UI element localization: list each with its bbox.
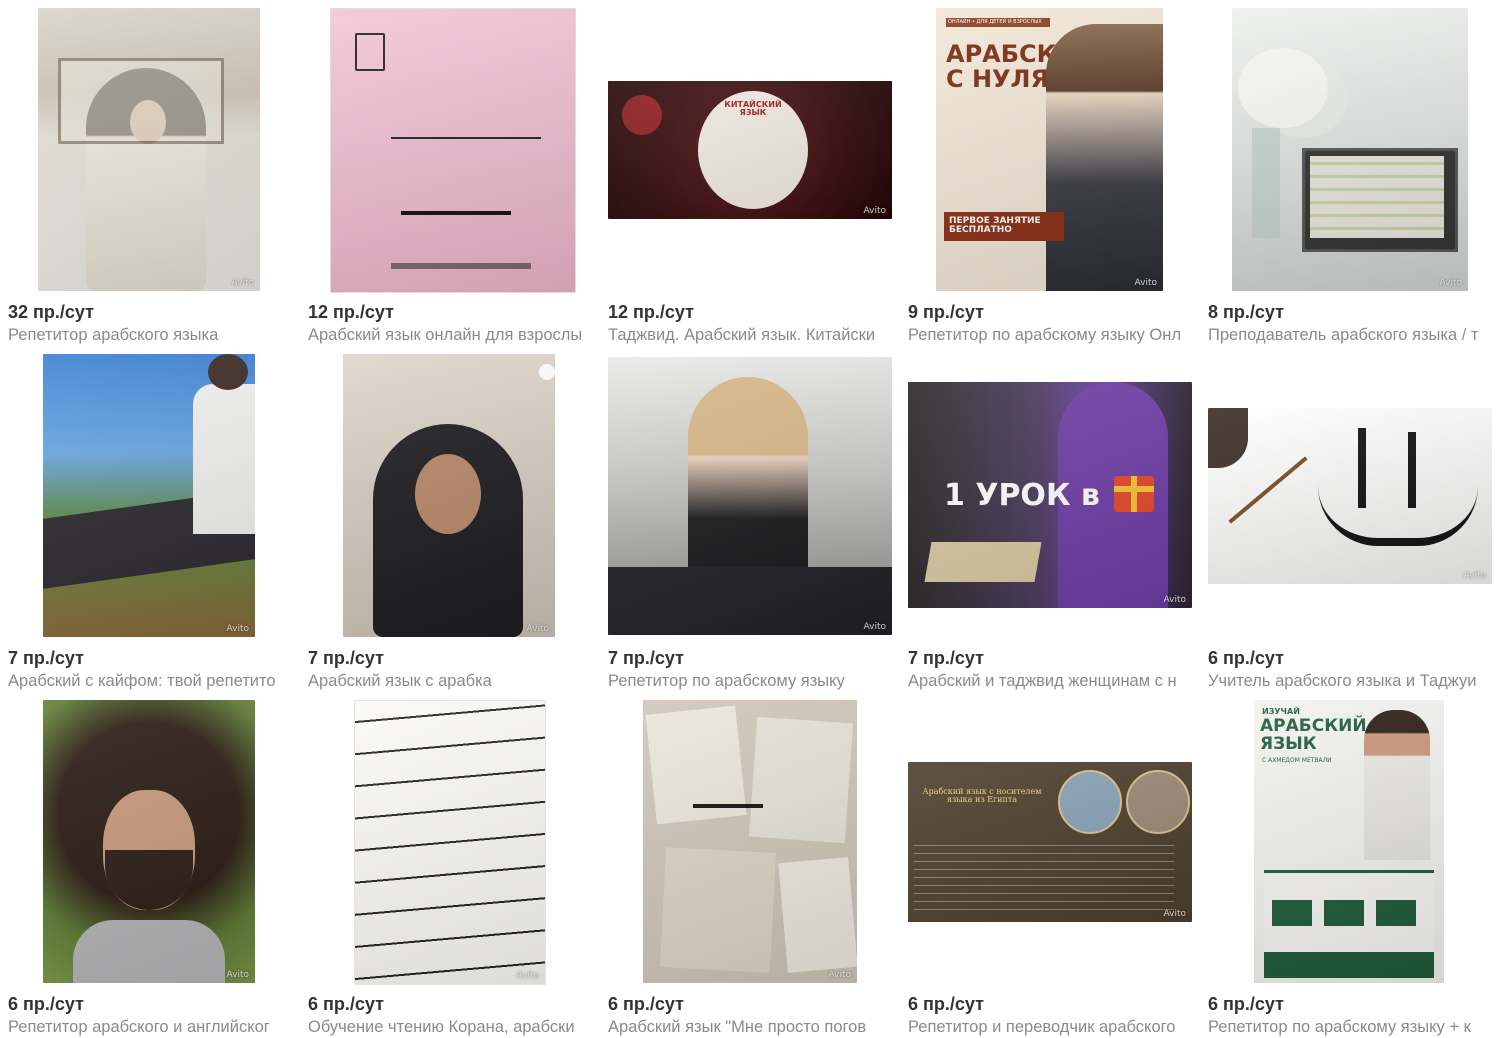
listing-image-area[interactable]: Avito <box>1208 354 1496 640</box>
listing-card[interactable]: Avito 6 пр./сут Репетитор арабского и ан… <box>8 700 296 1036</box>
listing-title[interactable]: Репетитор по арабскому языку Онл <box>908 326 1194 345</box>
listing-card[interactable]: Avito 6 пр./сут Учитель арабского языка … <box>1208 354 1496 690</box>
listing-card[interactable]: Avito 6 пр./сут Арабский язык "Мне прост… <box>608 700 896 1036</box>
listing-image-area[interactable]: Avito <box>8 354 296 640</box>
listing-title[interactable]: Обучение чтению Корана, арабски <box>308 1018 594 1037</box>
listing-photo[interactable]: Avito <box>38 8 260 291</box>
listing-price: 12 пр./сут <box>308 302 394 322</box>
listing-card[interactable]: ИЗУЧАЙ АРАБСКИЙ ЯЗЫК С АХМЕДОМ МЕТВАЛИ 6… <box>1208 700 1496 1036</box>
listing-card[interactable]: 1 УРОК в Avito 7 пр./сут Арабский и тадж… <box>908 354 1196 690</box>
avito-watermark: Avito <box>828 970 852 980</box>
avito-watermark: Avito <box>1439 278 1463 288</box>
listing-photo[interactable]: Avito <box>43 354 255 637</box>
listing-title[interactable]: Арабский язык с арабка <box>308 672 594 691</box>
listing-title[interactable]: Арабский и таджвид женщинам с н <box>908 672 1194 691</box>
avito-watermark: Avito <box>863 206 887 216</box>
listing-image-area[interactable]: Avito <box>1208 8 1496 294</box>
listing-photo[interactable]: Avito <box>1232 8 1468 291</box>
listing-price: 7 пр./сут <box>608 648 684 668</box>
listing-title[interactable]: Арабский язык "Мне просто погов <box>608 1018 894 1037</box>
listing-card[interactable]: ОНЛАЙН • ДЛЯ ДЕТЕЙ И ВЗРОСЛЫХ АРАБСКИЙ С… <box>908 8 1196 344</box>
listing-photo[interactable]: КИТАЙСКИЙ ЯЗЫК Avito <box>608 81 892 219</box>
banner-heading: Арабский язык с носителем языка из Египт… <box>922 787 1042 805</box>
listing-photo[interactable]: ИЗУЧАЙ АРАБСКИЙ ЯЗЫК С АХМЕДОМ МЕТВАЛИ <box>1254 700 1444 983</box>
listing-title[interactable]: Преподаватель арабского языка / т <box>1208 326 1494 345</box>
listing-title[interactable]: Репетитор арабского языка <box>8 326 294 345</box>
listing-card[interactable]: Avito 7 пр./сут Репетитор по арабскому я… <box>608 354 896 690</box>
listing-price: 7 пр./сут <box>308 648 384 668</box>
listing-price: 6 пр./сут <box>908 994 984 1014</box>
listing-photo[interactable]: Avito <box>608 357 892 635</box>
banner-heading: 1 УРОК в <box>944 478 1100 513</box>
gift-icon <box>1114 476 1154 512</box>
avito-watermark: Avito <box>526 624 550 634</box>
listing-image-area[interactable]: КИТАЙСКИЙ ЯЗЫК Avito <box>608 8 896 294</box>
listing-image-area[interactable]: Арабский язык с носителем языка из Египт… <box>908 700 1196 986</box>
listing-price: 6 пр./сут <box>1208 994 1284 1014</box>
avito-watermark: Avito <box>1134 278 1158 288</box>
listing-image-area[interactable]: Avito <box>608 700 896 986</box>
listing-photo[interactable]: Avito <box>1208 408 1492 584</box>
banner-heading: КИТАЙСКИЙ ЯЗЫК <box>724 100 782 118</box>
banner-heading: АРАБСКИЙ ЯЗЫК <box>1260 716 1367 754</box>
avito-watermark: Avito <box>231 278 255 288</box>
listing-price: 7 пр./сут <box>908 648 984 668</box>
avito-watermark: Avito <box>516 971 540 981</box>
listing-title[interactable]: Арабский язык онлайн для взрослы <box>308 326 594 345</box>
listing-photo[interactable] <box>330 8 576 293</box>
listing-image-area[interactable]: Avito <box>308 354 596 640</box>
listing-image-area[interactable] <box>308 8 596 294</box>
listing-price: 7 пр./сут <box>8 648 84 668</box>
listing-photo[interactable]: Avito <box>643 700 857 983</box>
listing-price: 6 пр./сут <box>608 994 684 1014</box>
listing-photo[interactable]: ОНЛАЙН • ДЛЯ ДЕТЕЙ И ВЗРОСЛЫХ АРАБСКИЙ С… <box>936 8 1163 291</box>
listing-price: 9 пр./сут <box>908 302 984 322</box>
avito-watermark: Avito <box>226 624 250 634</box>
listing-price: 6 пр./сут <box>8 994 84 1014</box>
listing-card[interactable]: Avito 7 пр./сут Арабский с кайфом: твой … <box>8 354 296 690</box>
listing-price: 6 пр./сут <box>308 994 384 1014</box>
listing-price: 8 пр./сут <box>1208 302 1284 322</box>
listing-image-area[interactable]: ИЗУЧАЙ АРАБСКИЙ ЯЗЫК С АХМЕДОМ МЕТВАЛИ <box>1208 700 1496 986</box>
listing-photo[interactable]: Avito <box>43 700 255 983</box>
listing-title[interactable]: Репетитор по арабскому языку <box>608 672 894 691</box>
listing-card[interactable]: 12 пр./сут Арабский язык онлайн для взро… <box>308 8 596 344</box>
listing-card[interactable]: Avito 32 пр./сут Репетитор арабского язы… <box>8 8 296 344</box>
listing-card[interactable]: КИТАЙСКИЙ ЯЗЫК Avito 12 пр./сут Таджвид.… <box>608 8 896 344</box>
listing-image-area[interactable]: Avito <box>8 8 296 294</box>
avito-watermark: Avito <box>863 622 887 632</box>
listing-photo[interactable]: 1 УРОК в Avito <box>908 382 1192 608</box>
listing-title[interactable]: Учитель арабского языка и Таджуи <box>1208 672 1494 691</box>
listing-photo[interactable]: Avito <box>343 354 555 637</box>
listing-image-area[interactable]: Avito <box>608 354 896 640</box>
listing-title[interactable]: Таджвид. Арабский язык. Китайски <box>608 326 894 345</box>
banner-heading: АРАБСКИЙ С НУЛЯ <box>946 40 1097 94</box>
listing-photo[interactable]: Арабский язык с носителем языка из Египт… <box>908 762 1192 922</box>
listing-image-area[interactable]: Avito <box>8 700 296 986</box>
listing-grid: Avito 32 пр./сут Репетитор арабского язы… <box>0 0 1500 1038</box>
listing-image-area[interactable]: 1 УРОК в Avito <box>908 354 1196 640</box>
banner-badge: ОНЛАЙН • ДЛЯ ДЕТЕЙ И ВЗРОСЛЫХ <box>946 18 1050 28</box>
avito-watermark: Avito <box>1163 909 1187 919</box>
listing-title[interactable]: Репетитор арабского и английског <box>8 1018 294 1037</box>
avito-watermark: Avito <box>1463 571 1487 581</box>
banner-free-badge: ПЕРВОЕ ЗАНЯТИЕ БЕСПЛАТНО <box>944 212 1064 241</box>
avito-watermark: Avito <box>226 970 250 980</box>
listing-price: 32 пр./сут <box>8 302 94 322</box>
banner-subheading: С АХМЕДОМ МЕТВАЛИ <box>1262 757 1332 764</box>
listing-image-area[interactable]: ОНЛАЙН • ДЛЯ ДЕТЕЙ И ВЗРОСЛЫХ АРАБСКИЙ С… <box>908 8 1196 294</box>
listing-price: 6 пр./сут <box>1208 648 1284 668</box>
listing-card[interactable]: Avito 6 пр./сут Обучение чтению Корана, … <box>308 700 596 1036</box>
listing-image-area[interactable]: Avito <box>308 700 596 986</box>
listing-title[interactable]: Репетитор по арабскому языку + к <box>1208 1018 1494 1037</box>
listing-title[interactable]: Арабский с кайфом: твой репетито <box>8 672 294 691</box>
listing-card[interactable]: Avito 7 пр./сут Арабский язык с арабка <box>308 354 596 690</box>
listing-price: 12 пр./сут <box>608 302 694 322</box>
listing-title[interactable]: Репетитор и переводчик арабского <box>908 1018 1194 1037</box>
listing-card[interactable]: Арабский язык с носителем языка из Египт… <box>908 700 1196 1036</box>
listing-photo[interactable]: Avito <box>354 700 546 985</box>
avito-watermark: Avito <box>1163 595 1187 605</box>
listing-card[interactable]: Avito 8 пр./сут Преподаватель арабского … <box>1208 8 1496 344</box>
